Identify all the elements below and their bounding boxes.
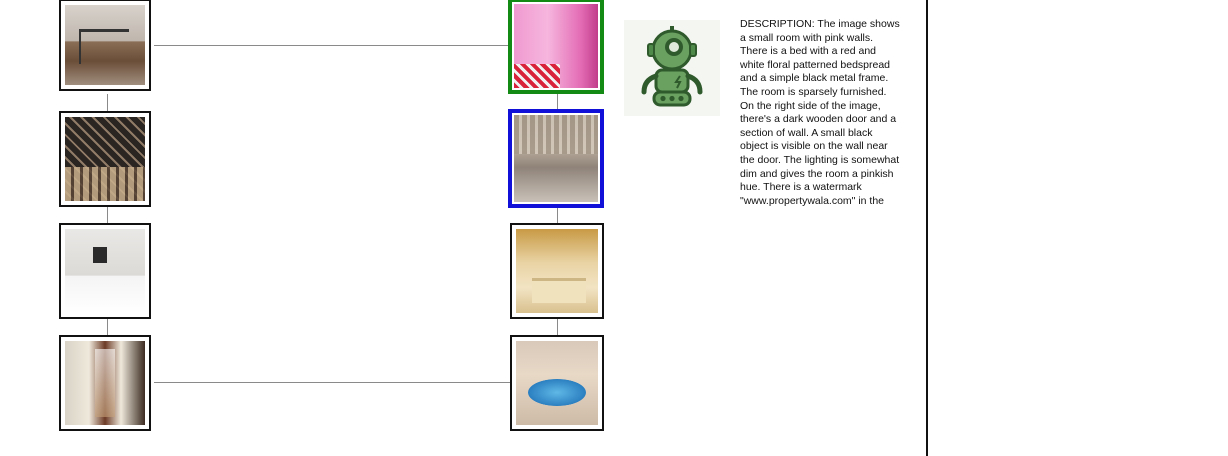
left-column-connector [107, 206, 108, 224]
left-column-connector [107, 94, 108, 112]
right-column-connector [557, 318, 558, 336]
right-column-connector [557, 94, 558, 110]
right-tile-pool[interactable] [510, 335, 604, 431]
match-line-top [154, 45, 510, 46]
hallway-photo [65, 341, 145, 425]
left-tile-wine-cellar[interactable] [59, 111, 151, 207]
right-tile-pink-room[interactable] [508, 0, 604, 94]
pool-photo [516, 341, 598, 425]
comparison-canvas: DESCRIPTION: The image shows a small roo… [0, 0, 1228, 456]
wine-cellar-photo [65, 117, 145, 201]
right-tile-bedroom[interactable] [510, 223, 604, 319]
panel-divider [926, 0, 928, 456]
office-photo [65, 5, 145, 85]
left-tile-hallway[interactable] [59, 335, 151, 431]
bedroom-photo [516, 229, 598, 313]
pink-room-photo [514, 4, 598, 88]
right-column-connector [557, 206, 558, 224]
image-description: DESCRIPTION: The image shows a small roo… [740, 18, 900, 207]
robot-avatar [624, 20, 720, 116]
left-tile-hotel-room[interactable] [59, 223, 151, 319]
robot-icon [641, 26, 703, 107]
left-column-connector [107, 318, 108, 336]
basement-photo [514, 115, 598, 202]
left-tile-office[interactable] [59, 0, 151, 91]
match-line-bottom [154, 382, 510, 383]
right-tile-basement[interactable] [508, 109, 604, 208]
hotel-room-photo [65, 229, 145, 313]
